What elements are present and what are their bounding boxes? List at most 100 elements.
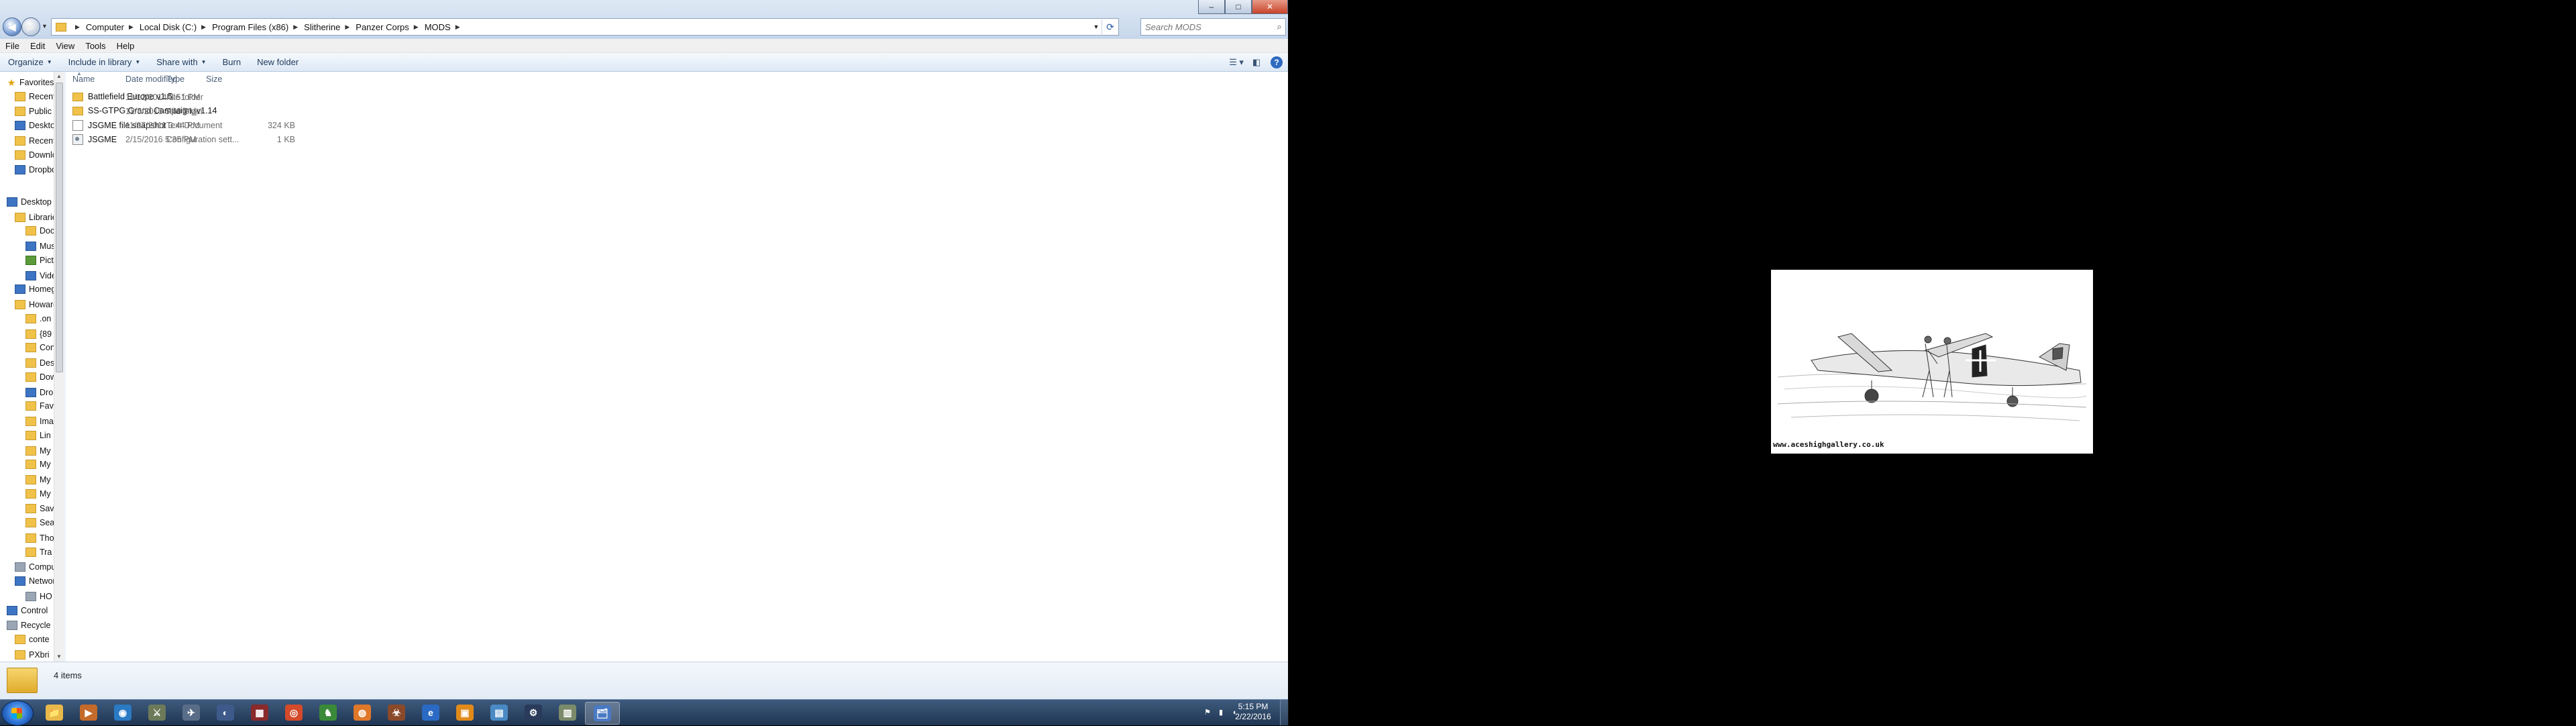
menu-view[interactable]: View: [50, 41, 80, 51]
tray-network-icon[interactable]: ▮: [1216, 708, 1226, 717]
sidebar-item[interactable]: Ima: [25, 415, 54, 428]
sidebar-item[interactable]: Des: [25, 356, 54, 370]
sidebar-item[interactable]: Tho: [25, 531, 54, 545]
sidebar-item[interactable]: HO: [25, 590, 52, 603]
sidebar-item[interactable]: Music: [25, 240, 54, 253]
table-row[interactable]: SS-GTPG Grand Campaign_v1.14 12/8/2015 5:…: [66, 105, 602, 118]
taskbar-app-app-green[interactable]: ♞: [311, 702, 345, 723]
sidebar-item[interactable]: Pictures: [25, 254, 54, 267]
refresh-icon[interactable]: ⟳: [1102, 19, 1118, 34]
sidebar-item[interactable]: {89: [25, 327, 52, 341]
address-bar[interactable]: ▶ Computer ▶ Local Disk (C:) ▶ Program Fil…: [51, 18, 1119, 36]
taskbar-app-chrome[interactable]: ◎: [277, 702, 311, 723]
forward-button[interactable]: ▶: [21, 17, 40, 36]
table-row[interactable]: Battlefield Europe v1.5 11/12/2014 3:51 P…: [66, 91, 602, 104]
sidebar-item[interactable]: Recycle: [7, 619, 50, 632]
change-view-icon[interactable]: ☰ ▾: [1226, 56, 1246, 69]
taskbar-app-app-globe[interactable]: ◉: [106, 702, 140, 723]
address-history-dropdown-icon[interactable]: ▼: [1091, 23, 1102, 30]
search-input[interactable]: [1141, 21, 1273, 33]
sidebar-item[interactable]: Control: [7, 604, 48, 617]
clock[interactable]: 5:15 PM 2/22/2016: [1234, 702, 1272, 722]
sidebar-item[interactable]: PXbri: [15, 648, 50, 662]
taskbar-app-internet-explorer[interactable]: e: [414, 702, 447, 723]
sidebar-item[interactable]: Public: [15, 105, 52, 118]
back-button[interactable]: ◀: [3, 17, 21, 36]
taskbar-app-media-player[interactable]: ▶: [72, 702, 105, 723]
taskbar-app-app-game-1[interactable]: ⚔: [140, 702, 174, 723]
burn-button[interactable]: Burn: [215, 57, 249, 67]
sidebar-item[interactable]: Downloads: [15, 148, 54, 162]
sidebar-item[interactable]: Sea: [25, 516, 54, 529]
breadcrumb-item[interactable]: Computer ▶: [86, 22, 140, 32]
sidebar-item[interactable]: Libraries: [15, 211, 54, 224]
breadcrumb-root-chevron[interactable]: ▶: [70, 23, 86, 31]
show-desktop-button[interactable]: [1280, 700, 1289, 725]
sidebar-item[interactable]: ★ Favorites: [7, 76, 54, 89]
sidebar-item[interactable]: Documents: [25, 224, 54, 238]
breadcrumb-item[interactable]: Program Files (x86) ▶: [212, 22, 304, 32]
share-with-button[interactable]: Share with ▼: [148, 57, 214, 67]
menu-help[interactable]: Help: [111, 41, 140, 51]
sidebar-item[interactable]: My: [25, 473, 51, 486]
search-icon[interactable]: ⌕: [1273, 21, 1285, 32]
column-header-size[interactable]: Size: [206, 74, 222, 84]
sidebar-item[interactable]: Dro: [25, 386, 53, 399]
sidebar-item[interactable]: .on: [25, 312, 51, 325]
sidebar-item[interactable]: Videos: [25, 269, 54, 282]
breadcrumb-item[interactable]: Slitherine ▶: [304, 22, 356, 32]
taskbar-app-app-game-5[interactable]: ☣: [380, 702, 413, 723]
sidebar-item[interactable]: Recent: [15, 90, 54, 103]
taskbar-app-app-game-4[interactable]: ▦: [243, 702, 276, 723]
taskbar-app-app-game-2[interactable]: ✈: [174, 702, 208, 723]
sidebar-item[interactable]: My: [25, 487, 51, 501]
start-button[interactable]: [1, 701, 34, 726]
taskbar-app-app-game-3[interactable]: ◐: [209, 702, 242, 723]
sidebar-item[interactable]: Recent: [15, 134, 54, 148]
sidebar-item[interactable]: Sav: [25, 502, 54, 515]
minimize-button[interactable]: –: [1198, 0, 1225, 14]
organize-button[interactable]: Organize ▼: [0, 57, 60, 67]
sidebar-item[interactable]: Con: [25, 341, 54, 354]
navigation-scrollbar[interactable]: ▲ ▼: [54, 72, 64, 662]
column-header-name[interactable]: Name: [72, 74, 95, 84]
sidebar-item[interactable]: conte: [15, 633, 50, 646]
sidebar-item[interactable]: Lin: [25, 429, 51, 442]
new-folder-button[interactable]: New folder: [249, 57, 307, 67]
menu-tools[interactable]: Tools: [80, 41, 111, 51]
sidebar-item[interactable]: Dow: [25, 370, 54, 384]
menu-file[interactable]: File: [0, 41, 25, 51]
scroll-down-arrow-icon[interactable]: ▼: [54, 652, 64, 662]
taskbar-app-firefox[interactable]: ◍: [345, 702, 379, 723]
include-in-library-button[interactable]: Include in library ▼: [60, 57, 149, 67]
taskbar-app-app-orange[interactable]: ▣: [448, 702, 482, 723]
search-box[interactable]: ⌕: [1140, 18, 1286, 36]
preview-pane-icon[interactable]: ◧: [1246, 56, 1267, 69]
sidebar-item[interactable]: Howard: [15, 298, 54, 311]
sidebar-item[interactable]: Homegroup: [15, 282, 54, 296]
sidebar-item[interactable]: Computer: [15, 560, 54, 574]
taskbar-app-app-tank[interactable]: ▥: [551, 702, 584, 723]
sidebar-item[interactable]: Desktop: [7, 195, 52, 209]
scroll-up-arrow-icon[interactable]: ▲: [54, 72, 64, 81]
column-header-type[interactable]: Type: [166, 74, 184, 84]
breadcrumb-item[interactable]: Local Disk (C:) ▶: [140, 22, 212, 32]
tray-flag-icon[interactable]: ⚑: [1203, 708, 1212, 717]
breadcrumb-item[interactable]: MODS ▶: [425, 22, 466, 32]
menu-edit[interactable]: Edit: [25, 41, 50, 51]
taskbar-app-file-explorer[interactable]: 📁: [38, 702, 71, 723]
sidebar-item[interactable]: Tra: [25, 546, 52, 559]
scrollbar-thumb[interactable]: [56, 83, 63, 372]
table-row[interactable]: JSGME 2/15/2016 5:35 PM Configuration sett…: [66, 133, 602, 146]
sidebar-item[interactable]: Desktop: [15, 119, 54, 132]
table-row[interactable]: JSGME file snapshot 11/27/2011 3:44 PM Tex…: [66, 119, 602, 132]
taskbar-app-app-blue-doc[interactable]: ▤: [482, 702, 516, 723]
maximize-button[interactable]: □: [1225, 0, 1252, 14]
taskbar-app-steam[interactable]: ⚙: [517, 702, 550, 723]
recent-pages-dropdown-icon[interactable]: ▼: [42, 23, 48, 30]
help-icon[interactable]: ?: [1271, 56, 1283, 68]
sidebar-item[interactable]: Fav: [25, 399, 54, 413]
sidebar-item[interactable]: Dropbox: [15, 163, 54, 176]
breadcrumb-item[interactable]: Panzer Corps ▶: [356, 22, 424, 32]
sidebar-item[interactable]: My: [25, 444, 51, 458]
